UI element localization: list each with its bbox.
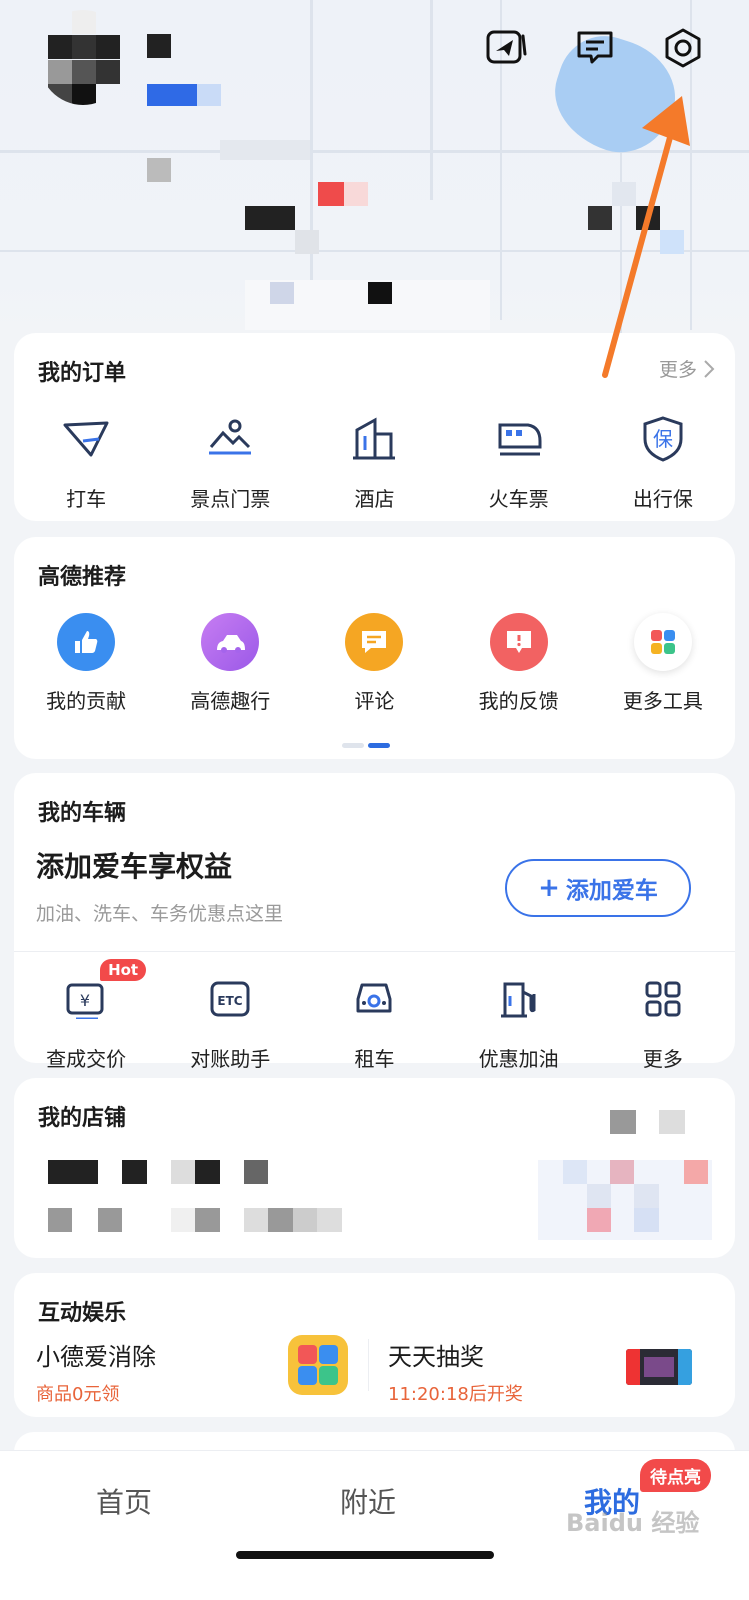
recommend-label: 我的反馈 bbox=[478, 689, 559, 713]
order-label: 打车 bbox=[66, 487, 107, 511]
message-icon[interactable] bbox=[573, 26, 617, 70]
recommend-label: 我的贡献 bbox=[46, 689, 127, 713]
username-blurred bbox=[147, 34, 171, 58]
vehicle-tool-label: 租车 bbox=[354, 1047, 395, 1071]
svg-text:¥: ¥ bbox=[80, 991, 90, 1010]
vehicle-subtitle: 加油、洗车、车务优惠点这里 bbox=[36, 903, 284, 925]
recommend-label: 更多工具 bbox=[622, 689, 703, 713]
svg-text:ETC: ETC bbox=[218, 994, 243, 1008]
orders-more-link[interactable]: 更多 bbox=[659, 355, 715, 382]
recommend-item-comment[interactable]: 评论 bbox=[302, 613, 446, 714]
game-subtitle: 11:20:18后开奖 bbox=[388, 1384, 523, 1405]
watermark: Baidu 经验 bbox=[566, 1509, 700, 1537]
vehicle-tool-fuel[interactable]: 优惠加油 bbox=[447, 969, 591, 1072]
entertainment-card: 互动娱乐 小德爱消除 商品0元领 天天抽奖 11:20:18后开奖 bbox=[14, 1273, 735, 1417]
recommend-item-contribution[interactable]: 我的贡献 bbox=[14, 613, 158, 714]
order-label: 出行保 bbox=[632, 487, 693, 511]
vehicle-card: 我的车辆 添加爱车享权益 加油、洗车、车务优惠点这里 + 添加爱车 ¥ Hot … bbox=[14, 773, 735, 1071]
store-card: 我的店铺 bbox=[14, 1078, 735, 1258]
nav-nearby[interactable]: 附近 bbox=[340, 1481, 396, 1521]
settings-icon[interactable] bbox=[661, 26, 705, 70]
scenic-ticket-icon bbox=[200, 409, 260, 469]
game-title: 小德爱消除 bbox=[36, 1343, 156, 1371]
hotel-icon bbox=[344, 409, 404, 469]
bottom-nav: 首页 附近 我的 待点亮 Baidu 经验 bbox=[0, 1450, 749, 1600]
lottery-prize-image[interactable] bbox=[626, 1349, 692, 1385]
divider bbox=[14, 951, 735, 952]
map-header-background bbox=[0, 0, 749, 340]
taxi-icon bbox=[56, 409, 116, 469]
grid-more-icon bbox=[633, 969, 693, 1029]
vehicle-tool-etc[interactable]: ETC 对账助手 bbox=[158, 969, 302, 1072]
recommend-title: 高德推荐 bbox=[38, 565, 127, 590]
feedback-icon bbox=[489, 613, 548, 671]
order-item-hotel[interactable]: 酒店 bbox=[302, 409, 446, 512]
price-check-icon: ¥ Hot bbox=[56, 959, 147, 1029]
vehicle-tool-label: 优惠加油 bbox=[478, 1047, 559, 1071]
train-icon bbox=[489, 409, 549, 469]
plus-icon: + bbox=[538, 873, 560, 903]
etc-icon: ETC bbox=[200, 969, 260, 1029]
car-trip-icon bbox=[201, 613, 260, 671]
recommend-item-more-tools[interactable]: 更多工具 bbox=[591, 613, 735, 714]
thumbs-up-icon bbox=[57, 613, 116, 671]
nav-home[interactable]: 首页 bbox=[96, 1481, 152, 1521]
fuel-icon bbox=[489, 969, 549, 1029]
order-item-train[interactable]: 火车票 bbox=[447, 409, 591, 512]
chevron-right-icon bbox=[704, 359, 715, 378]
comment-icon bbox=[345, 613, 404, 671]
match-game-icon[interactable] bbox=[288, 1335, 348, 1395]
vehicle-tool-more[interactable]: 更多 bbox=[591, 969, 735, 1072]
divider bbox=[368, 1339, 369, 1391]
vehicle-tool-price-check[interactable]: ¥ Hot 查成交价 bbox=[14, 959, 158, 1072]
vehicle-title: 我的车辆 bbox=[38, 801, 127, 826]
store-content-blurred bbox=[48, 1160, 98, 1184]
entertainment-title: 互动娱乐 bbox=[38, 1301, 127, 1326]
order-item-taxi[interactable]: 打车 bbox=[14, 409, 158, 512]
orders-more-label: 更多 bbox=[658, 359, 697, 381]
vehicle-headline: 添加爱车享权益 bbox=[36, 850, 233, 883]
add-car-label: 添加爱车 bbox=[565, 878, 658, 904]
order-label: 景点门票 bbox=[190, 487, 271, 511]
add-car-button[interactable]: + 添加爱车 bbox=[505, 859, 691, 917]
game-item-lottery[interactable]: 天天抽奖 11:20:18后开奖 bbox=[388, 1337, 523, 1406]
vehicle-tool-rental[interactable]: 租车 bbox=[302, 969, 446, 1072]
share-icon[interactable] bbox=[485, 26, 529, 70]
orders-title: 我的订单 bbox=[38, 361, 127, 386]
recommend-item-trip[interactable]: 高德趣行 bbox=[158, 613, 302, 714]
game-subtitle: 商品0元领 bbox=[36, 1384, 120, 1405]
home-indicator bbox=[236, 1551, 494, 1559]
recommend-item-feedback[interactable]: 我的反馈 bbox=[447, 613, 591, 714]
recommend-label: 高德趣行 bbox=[190, 689, 271, 713]
order-item-scenic[interactable]: 景点门票 bbox=[158, 409, 302, 512]
order-item-insurance[interactable]: 保 出行保 bbox=[591, 409, 735, 512]
nav-badge: 待点亮 bbox=[640, 1459, 711, 1492]
page-indicator bbox=[342, 743, 390, 748]
vehicle-tool-label: 查成交价 bbox=[46, 1047, 127, 1071]
game-title: 天天抽奖 bbox=[388, 1343, 484, 1371]
recommend-label: 评论 bbox=[354, 689, 395, 713]
game-item-match[interactable]: 小德爱消除 商品0元领 bbox=[36, 1337, 156, 1406]
order-label: 酒店 bbox=[354, 487, 395, 511]
vehicle-tool-label: 更多 bbox=[642, 1047, 683, 1071]
svg-text:保: 保 bbox=[653, 427, 673, 451]
vehicle-tool-label: 对账助手 bbox=[190, 1047, 271, 1071]
order-label: 火车票 bbox=[488, 487, 549, 511]
car-rental-icon bbox=[344, 969, 404, 1029]
insurance-icon: 保 bbox=[633, 409, 693, 469]
avatar[interactable] bbox=[38, 10, 128, 105]
recommend-card: 高德推荐 我的贡献 高德趣行 评论 我的反馈 更多工具 bbox=[14, 537, 735, 759]
store-title: 我的店铺 bbox=[38, 1106, 127, 1131]
hot-badge: Hot bbox=[100, 959, 147, 981]
orders-card: 我的订单 更多 打车 景点门票 酒店 火车票 保 出行保 bbox=[14, 333, 735, 521]
more-tools-icon bbox=[633, 613, 692, 671]
